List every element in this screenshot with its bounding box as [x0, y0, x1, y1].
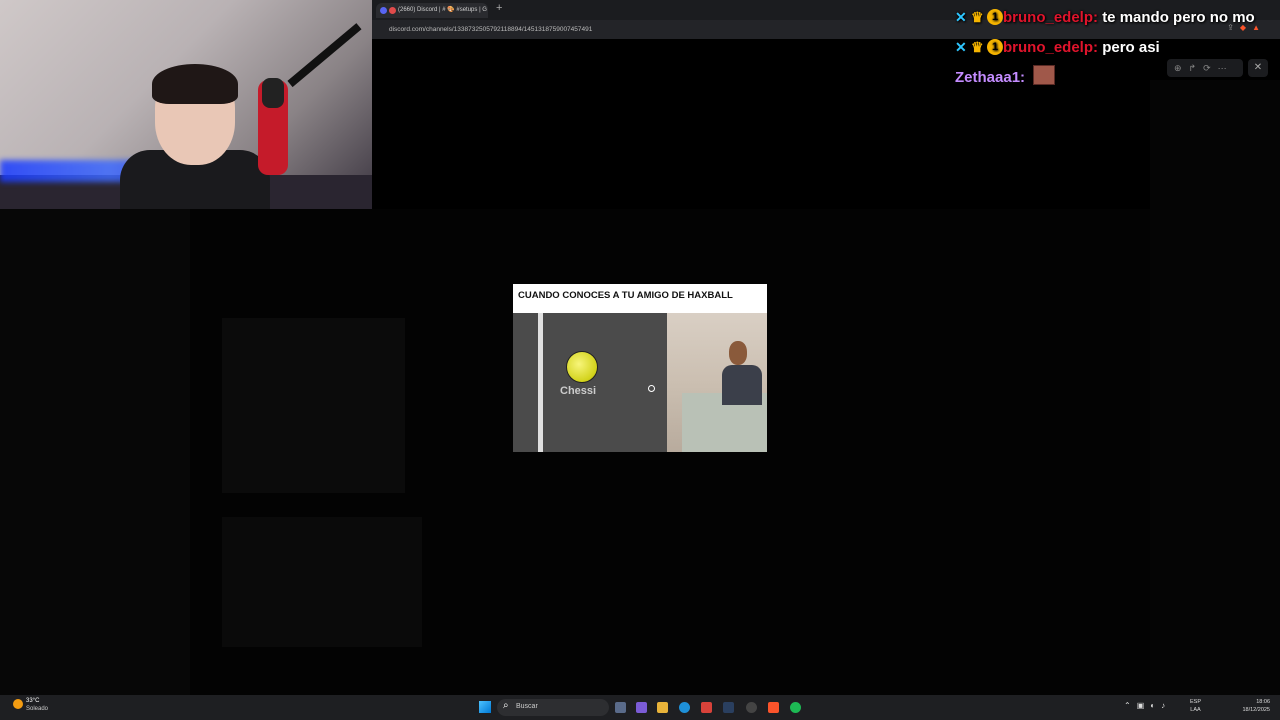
lang-code: ESP: [1190, 699, 1202, 705]
search-icon: ⌕: [503, 700, 509, 711]
weather-sun-icon[interactable]: [13, 699, 23, 709]
search-placeholder: Buscar: [516, 703, 538, 710]
steam-icon[interactable]: [723, 702, 734, 713]
meme-caption: CUANDO CONOCES A TU AMIGO DE HAXBALL: [518, 290, 733, 301]
player-name: Chessi: [560, 385, 597, 397]
task-view-icon[interactable]: [615, 702, 626, 713]
obs-icon[interactable]: [746, 702, 757, 713]
more-icon[interactable]: ⋯: [1218, 63, 1234, 73]
meme-image[interactable]: CUANDO CONOCES A TU AMIGO DE HAXBALL Che…: [513, 284, 767, 452]
clock-date: 18/12/2025: [1242, 707, 1270, 713]
chat-username: bruno_edelp:: [1003, 9, 1099, 26]
language-indicator[interactable]: ESP LAA: [1190, 698, 1201, 714]
person-photo: [667, 313, 767, 452]
goal-post: [538, 313, 543, 452]
app-icon[interactable]: [701, 702, 712, 713]
mic-arm: [287, 23, 362, 88]
spotify-icon[interactable]: [790, 702, 801, 713]
forward-icon[interactable]: ↱: [1189, 63, 1204, 73]
windows-taskbar: 33°C Soleado ⌕ Buscar ⌃▣◐♪ ESP LAA 18:06…: [0, 695, 1280, 720]
notification-icon: [389, 7, 396, 14]
chevron-up-icon[interactable]: ⌃: [1124, 701, 1137, 710]
tray-app-icon[interactable]: ▣: [1137, 701, 1151, 710]
new-tab-button[interactable]: +: [496, 2, 502, 14]
sub-badge-icon: 1: [987, 9, 1003, 25]
brave-browser-icon[interactable]: [768, 702, 779, 713]
close-viewer-button[interactable]: ✕: [1248, 59, 1268, 77]
haxball-screenshot: Chessi: [513, 313, 667, 452]
sword-badge-icon: ✕: [955, 39, 967, 55]
discord-server-sidebar: [0, 209, 190, 695]
webcam-overlay: [0, 0, 372, 209]
chat-message: ✕ ♛ 1 bruno_edelp: te mando pero no mo: [955, 5, 1280, 35]
crown-badge-icon: ♛: [971, 9, 984, 25]
crown-badge-icon: ♛: [971, 39, 984, 55]
discord-icon: [380, 7, 387, 14]
edge-icon[interactable]: [679, 702, 690, 713]
clock-time: 18:06: [1256, 699, 1270, 705]
system-tray: ⌃▣◐♪: [1124, 701, 1171, 710]
sword-badge-icon: ✕: [955, 9, 967, 25]
taskbar-clock[interactable]: 18:06 18/12/2025: [1238, 698, 1270, 714]
chat-text: te mando pero no mo: [1102, 9, 1255, 26]
weather-desc[interactable]: Soleado: [26, 706, 48, 712]
tray-app-icon[interactable]: ◐: [1150, 701, 1161, 710]
weather-temp[interactable]: 33°C: [26, 698, 39, 704]
windows-start-icon[interactable]: [479, 701, 491, 713]
speaker-icon[interactable]: ♪: [1161, 701, 1171, 710]
stream-chat-overlay: ✕ ♛ 1 bruno_edelp: te mando pero no mo ✕ ♛ 1 b…: [955, 5, 1280, 95]
copilot-icon[interactable]: [636, 702, 647, 713]
sub-badge-icon: 1: [987, 39, 1003, 55]
mouse-cursor: [648, 385, 655, 392]
streamer-hair: [152, 64, 238, 104]
person-head: [729, 341, 747, 365]
tab-title: (2660) Discord | # 🎨 #setups | G: [398, 7, 487, 13]
file-explorer-icon[interactable]: [657, 702, 668, 713]
url-text[interactable]: discord.com/channels/1338732505792118894…: [389, 23, 592, 36]
chat-text: pero asi: [1102, 39, 1160, 56]
discord-message-image: [222, 318, 405, 493]
chat-username: Zethaaa1:: [955, 69, 1026, 86]
chat-username: bruno_edelp:: [1003, 39, 1099, 56]
emote-icon: [1033, 65, 1056, 85]
microphone-head: [262, 78, 284, 108]
discord-member-list: [1150, 80, 1280, 695]
open-icon[interactable]: ⟳: [1203, 63, 1218, 73]
person-shirt: [722, 365, 762, 405]
zoom-icon[interactable]: ⊕: [1174, 63, 1189, 73]
image-viewer-toolbar: ⊕↱⟳⋯: [1167, 59, 1243, 77]
player-ball: [566, 351, 598, 383]
browser-tab[interactable]: (2660) Discord | # 🎨 #setups | G: [376, 3, 488, 18]
discord-message-image-meme: [222, 517, 422, 647]
layout-code: LAA: [1190, 707, 1201, 713]
taskbar-search[interactable]: ⌕ Buscar: [497, 699, 609, 716]
